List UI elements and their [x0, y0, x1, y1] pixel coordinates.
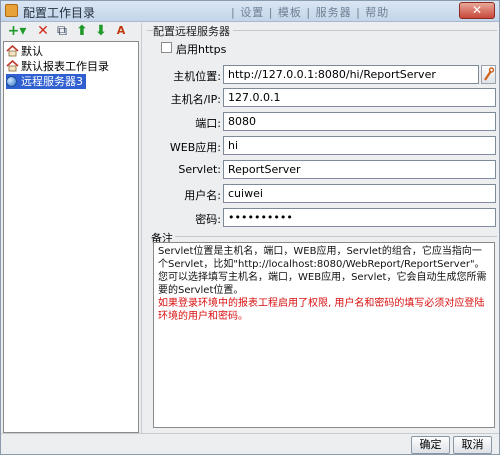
tree-item-label: 默认 — [21, 45, 43, 58]
memo-warning: 如果登录环境中的报表工程启用了权限, 用户名和密码的填写必须对应登陆环境的用户和… — [158, 298, 485, 322]
pane-splitter[interactable] — [141, 23, 145, 433]
tree-toolbar: +▾ ✕ ⧉ ⬆ ⬇ A — [3, 23, 139, 41]
username-field[interactable]: cuiwei — [223, 184, 496, 203]
copy-icon[interactable]: ⧉ — [55, 23, 69, 39]
close-icon: ✕ — [471, 3, 483, 17]
webapp-label: WEB应用: — [169, 141, 221, 154]
servlet-field[interactable]: ReportServer — [223, 160, 496, 179]
background-window-text: | 设置 | 模板 | 服务器 | 帮助 — [231, 6, 390, 19]
group-title: 配置远程服务器 — [153, 23, 233, 39]
window-title: 配置工作目录 — [23, 6, 96, 20]
title-bar[interactable]: 配置工作目录 | 设置 | 模板 | 服务器 | 帮助 ✕ — [1, 1, 499, 22]
app-icon — [5, 4, 18, 17]
tree-item-default-report-dir[interactable]: 默认报表工作目录 — [6, 59, 112, 74]
tree-item-label: 默认报表工作目录 — [21, 60, 109, 73]
memo-text-area[interactable]: Servlet位置是主机名，端口，WEB应用，Servlet的组合，它应当指向一… — [153, 242, 495, 428]
move-up-icon[interactable]: ⬆ — [75, 23, 89, 39]
directory-tree[interactable]: 默认 默认报表工作目录 远程服务器3 — [3, 41, 139, 433]
host-location-label: 主机位置: — [173, 70, 221, 83]
close-button[interactable]: ✕ — [459, 2, 495, 19]
hostname-field[interactable]: 127.0.0.1 — [223, 88, 496, 107]
wrench-icon — [484, 67, 495, 81]
servlet-label: Servlet: — [178, 163, 221, 176]
add-icon[interactable]: +▾ — [7, 23, 27, 39]
delete-icon[interactable]: ✕ — [36, 23, 50, 39]
username-label: 用户名: — [184, 189, 221, 202]
port-label: 端口: — [195, 117, 221, 130]
directory-pane: +▾ ✕ ⧉ ⬆ ⬇ A 默认 默认报表工作目录 远程服务器3 — [3, 23, 139, 433]
memo-divider — [175, 236, 497, 237]
tree-item-remote-server[interactable]: 远程服务器3 — [6, 74, 86, 89]
dialog-button-bar: 确定 取消 — [1, 433, 499, 455]
tree-item-label: 远程服务器3 — [21, 75, 83, 88]
https-checkbox[interactable] — [161, 42, 172, 53]
hostname-label: 主机名/IP: — [170, 93, 221, 106]
sort-icon[interactable]: A — [114, 23, 128, 39]
globe-icon — [6, 76, 17, 87]
tree-item-default[interactable]: 默认 — [6, 44, 46, 59]
house-icon — [6, 60, 19, 72]
ok-button[interactable]: 确定 — [411, 436, 450, 454]
memo-description: Servlet位置是主机名，端口，WEB应用，Servlet的组合，它应当指向一… — [158, 246, 487, 296]
host-location-field[interactable]: http://127.0.0.1:8080/hi/ReportServer — [223, 65, 479, 84]
https-label[interactable]: 启用https — [176, 41, 226, 57]
port-field[interactable]: 8080 — [223, 112, 496, 131]
pick-location-button[interactable] — [481, 65, 496, 84]
config-dialog: 配置工作目录 | 设置 | 模板 | 服务器 | 帮助 ✕ +▾ ✕ ⧉ ⬆ ⬇… — [0, 0, 500, 455]
webapp-field[interactable]: hi — [223, 136, 496, 155]
password-label: 密码: — [195, 213, 221, 226]
house-icon — [6, 45, 19, 57]
password-field[interactable]: •••••••••• — [223, 208, 496, 227]
cancel-button[interactable]: 取消 — [453, 436, 492, 454]
server-config-panel: 配置远程服务器 启用https 主机位置: http://127.0.0.1:8… — [147, 23, 497, 433]
move-down-icon[interactable]: ⬇ — [94, 23, 108, 39]
